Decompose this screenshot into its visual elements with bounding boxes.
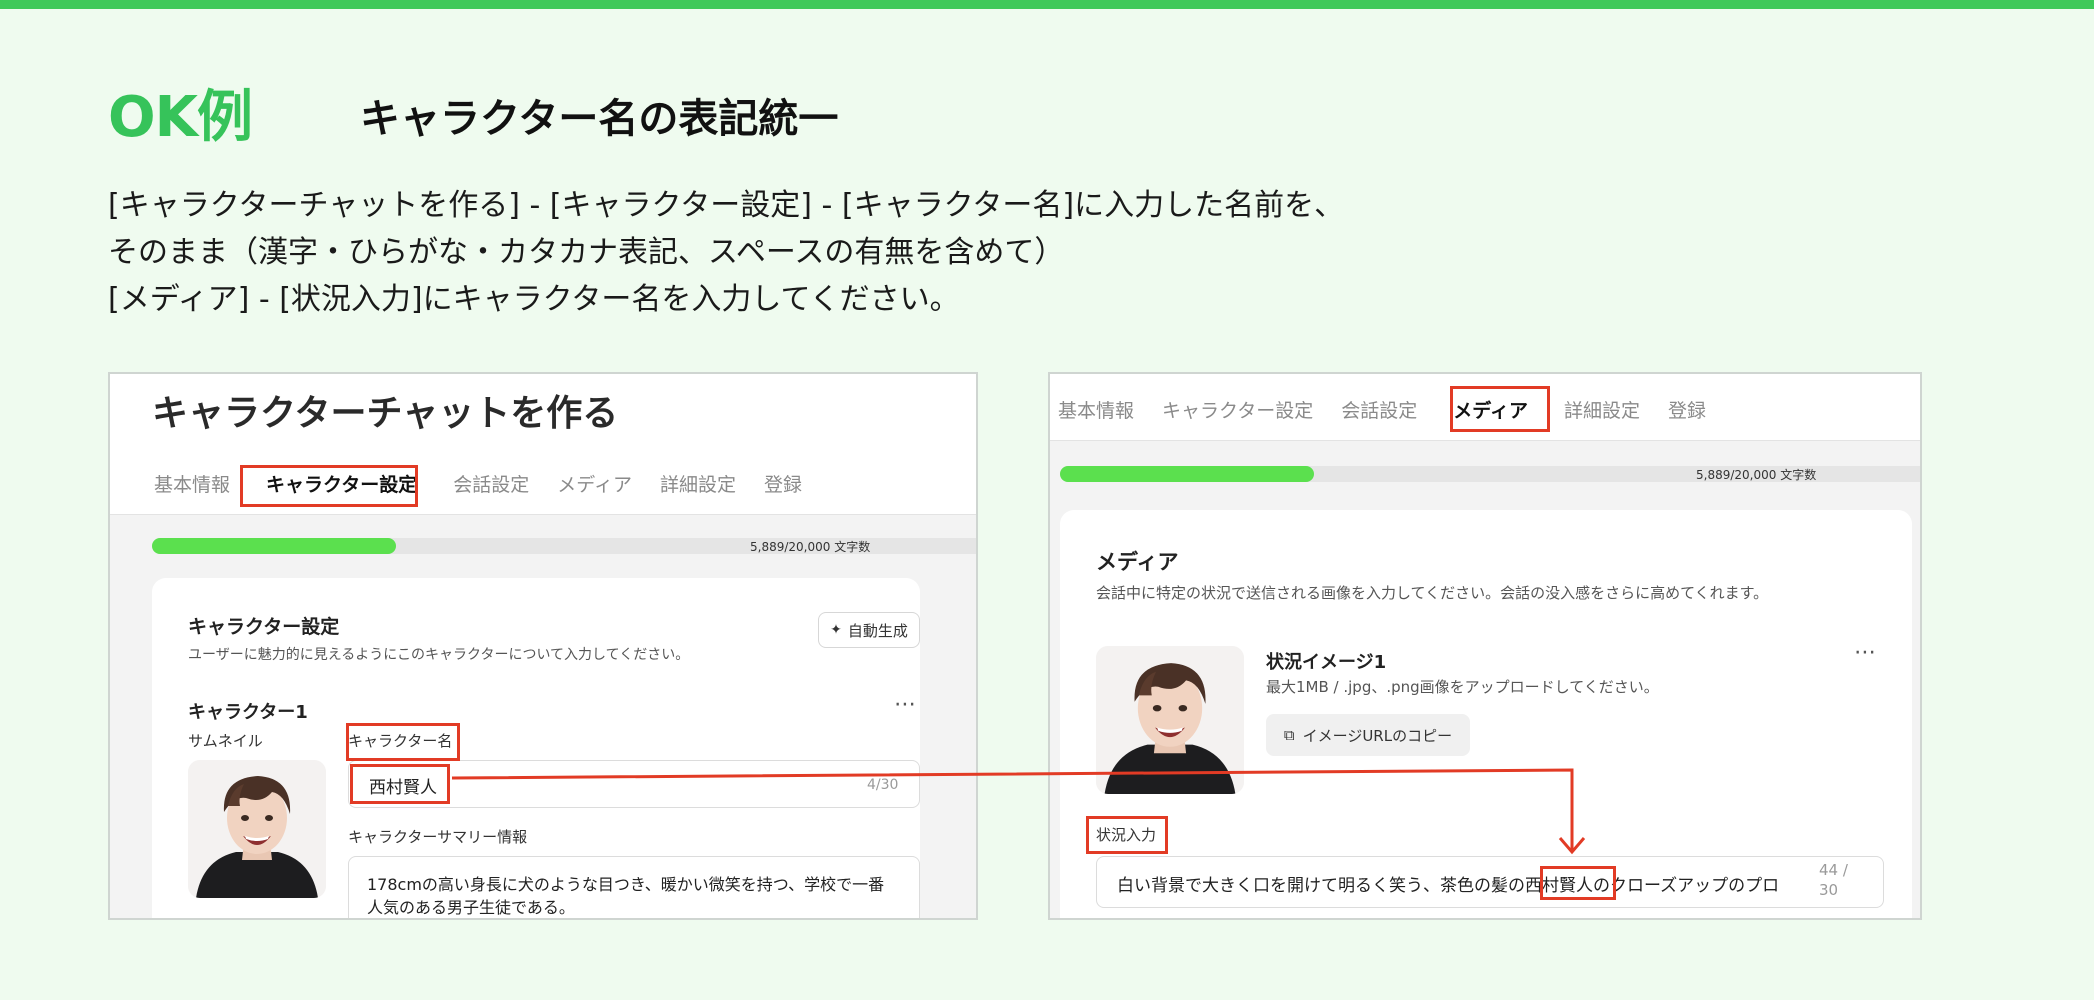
top-accent-bar xyxy=(0,0,2094,9)
tab-register[interactable]: 登録 xyxy=(1654,396,1720,426)
auto-generate-label: 自動生成 xyxy=(847,621,908,640)
slide-title: キャラクター名の表記統一 xyxy=(360,96,839,142)
tab-bar: 基本情報 キャラクター設定 会話設定 メディア 詳細設定 登録 xyxy=(1050,396,1720,448)
tab-basic-info[interactable]: 基本情報 xyxy=(1050,396,1148,426)
situation-text-before: 白い背景で大きく口を開けて明るく笑う、茶色の髪の xyxy=(1117,876,1525,896)
tab-media[interactable]: メディア xyxy=(543,470,646,500)
section-title: メディア xyxy=(1096,550,1179,574)
tab-character-settings[interactable]: キャラクター設定 xyxy=(1148,396,1327,426)
highlight-media-tab xyxy=(1450,386,1550,432)
tab-conversation-settings[interactable]: 会話設定 xyxy=(1327,396,1431,426)
ok-example-label: OK例 xyxy=(108,85,253,150)
summary-line-1: 178cmの高い身長に犬のような目つき、暖かい微笑を持つ、学校で一番 xyxy=(367,875,885,894)
character-thumbnail[interactable] xyxy=(188,760,326,898)
highlight-situation-name xyxy=(1540,866,1616,900)
settings-card: キャラクター設定 ユーザーに魅力的に見えるようにこのキャラクターについて入力して… xyxy=(152,578,920,918)
media-screenshot: 基本情報 キャラクター設定 会話設定 メディア 詳細設定 登録 5,889/20… xyxy=(1048,372,1922,920)
summary-textarea[interactable]: 178cmの高い身長に犬のような目つき、暖かい微笑を持つ、学校で一番 人気のある… xyxy=(348,856,920,918)
character-avatar-image xyxy=(188,760,326,898)
copy-image-url-button[interactable]: ⧉ イメージURLのコピー xyxy=(1266,714,1470,756)
tab-basic-info[interactable]: 基本情報 xyxy=(140,470,244,500)
section-description: ユーザーに魅力的に見えるようにこのキャラクターについて入力してください。 xyxy=(188,647,690,663)
situation-input-value: 白い背景で大きく口を開けて明るく笑う、茶色の髪の西村賢人のクローズアップのプロ xyxy=(1117,871,1779,896)
character-name-counter: 4/30 xyxy=(867,777,899,793)
progress-fill xyxy=(1060,466,1315,482)
highlight-name-label xyxy=(346,723,460,761)
character-settings-screenshot: キャラクターチャットを作る 基本情報 キャラクター設定 会話設定 メディア 詳細… xyxy=(108,372,978,920)
situation-text-after: のクローズアップのプロ xyxy=(1593,876,1780,896)
progress-fill xyxy=(152,538,396,554)
copy-icon: ⧉ xyxy=(1283,726,1295,744)
situation-input[interactable]: 白い背景で大きく口を開けて明るく笑う、茶色の髪の西村賢人のクローズアップのプロ … xyxy=(1096,856,1884,908)
summary-label: キャラクターサマリー情報 xyxy=(348,828,528,846)
thumbnail-label: サムネイル xyxy=(188,732,263,750)
description-line-1: [キャラクターチャットを作る] - [キャラクター設定] - [キャラクター名]… xyxy=(108,188,1345,223)
tab-detail-settings[interactable]: 詳細設定 xyxy=(646,470,750,500)
situation-counter-bottom: 30 xyxy=(1819,881,1839,899)
highlight-situation-label xyxy=(1086,816,1168,854)
summary-line-2: 人気のある男子生徒である。 xyxy=(367,898,575,917)
more-options-icon[interactable]: ⋯ xyxy=(894,692,917,717)
image-description: 最大1MB / .jpg、.png画像をアップロードしてください。 xyxy=(1266,678,1659,696)
tab-register[interactable]: 登録 xyxy=(750,470,816,500)
slide-description: [キャラクターチャットを作る] - [キャラクター設定] - [キャラクター名]… xyxy=(108,182,1344,323)
character-avatar-image xyxy=(1096,646,1244,794)
description-line-3: [メディア] - [状況入力]にキャラクター名を入力してください。 xyxy=(108,282,960,317)
page-title: キャラクターチャットを作る xyxy=(152,393,619,434)
situation-image[interactable] xyxy=(1096,646,1244,794)
situation-counter-top: 44 / xyxy=(1819,861,1848,879)
progress-count: 5,889/20,000 文字数 xyxy=(1696,468,1817,482)
section-title: キャラクター設定 xyxy=(188,616,340,638)
character-heading: キャラクター1 xyxy=(188,702,308,723)
sparkle-icon: ✦ xyxy=(830,622,842,638)
description-line-2: そのまま（漢字・ひらがな・カタカナ表記、スペースの有無を含めて） xyxy=(108,235,1065,270)
highlight-name-value xyxy=(350,764,450,804)
tab-detail-settings[interactable]: 詳細設定 xyxy=(1550,396,1654,426)
section-description: 会話中に特定の状況で送信される画像を入力してください。会話の没入感をさらに高めて… xyxy=(1096,584,1769,602)
copy-image-url-label: イメージURLのコピー xyxy=(1302,726,1453,745)
image-title: 状況イメージ1 xyxy=(1266,652,1387,673)
progress-count: 5,889/20,000 文字数 xyxy=(750,540,871,554)
tab-conversation-settings[interactable]: 会話設定 xyxy=(439,470,543,500)
media-card: メディア 会話中に特定の状況で送信される画像を入力してください。会話の没入感をさ… xyxy=(1060,510,1912,918)
highlight-character-settings-tab xyxy=(240,465,418,507)
auto-generate-button[interactable]: ✦ 自動生成 xyxy=(818,612,920,648)
more-options-icon[interactable]: ⋯ xyxy=(1854,640,1877,665)
